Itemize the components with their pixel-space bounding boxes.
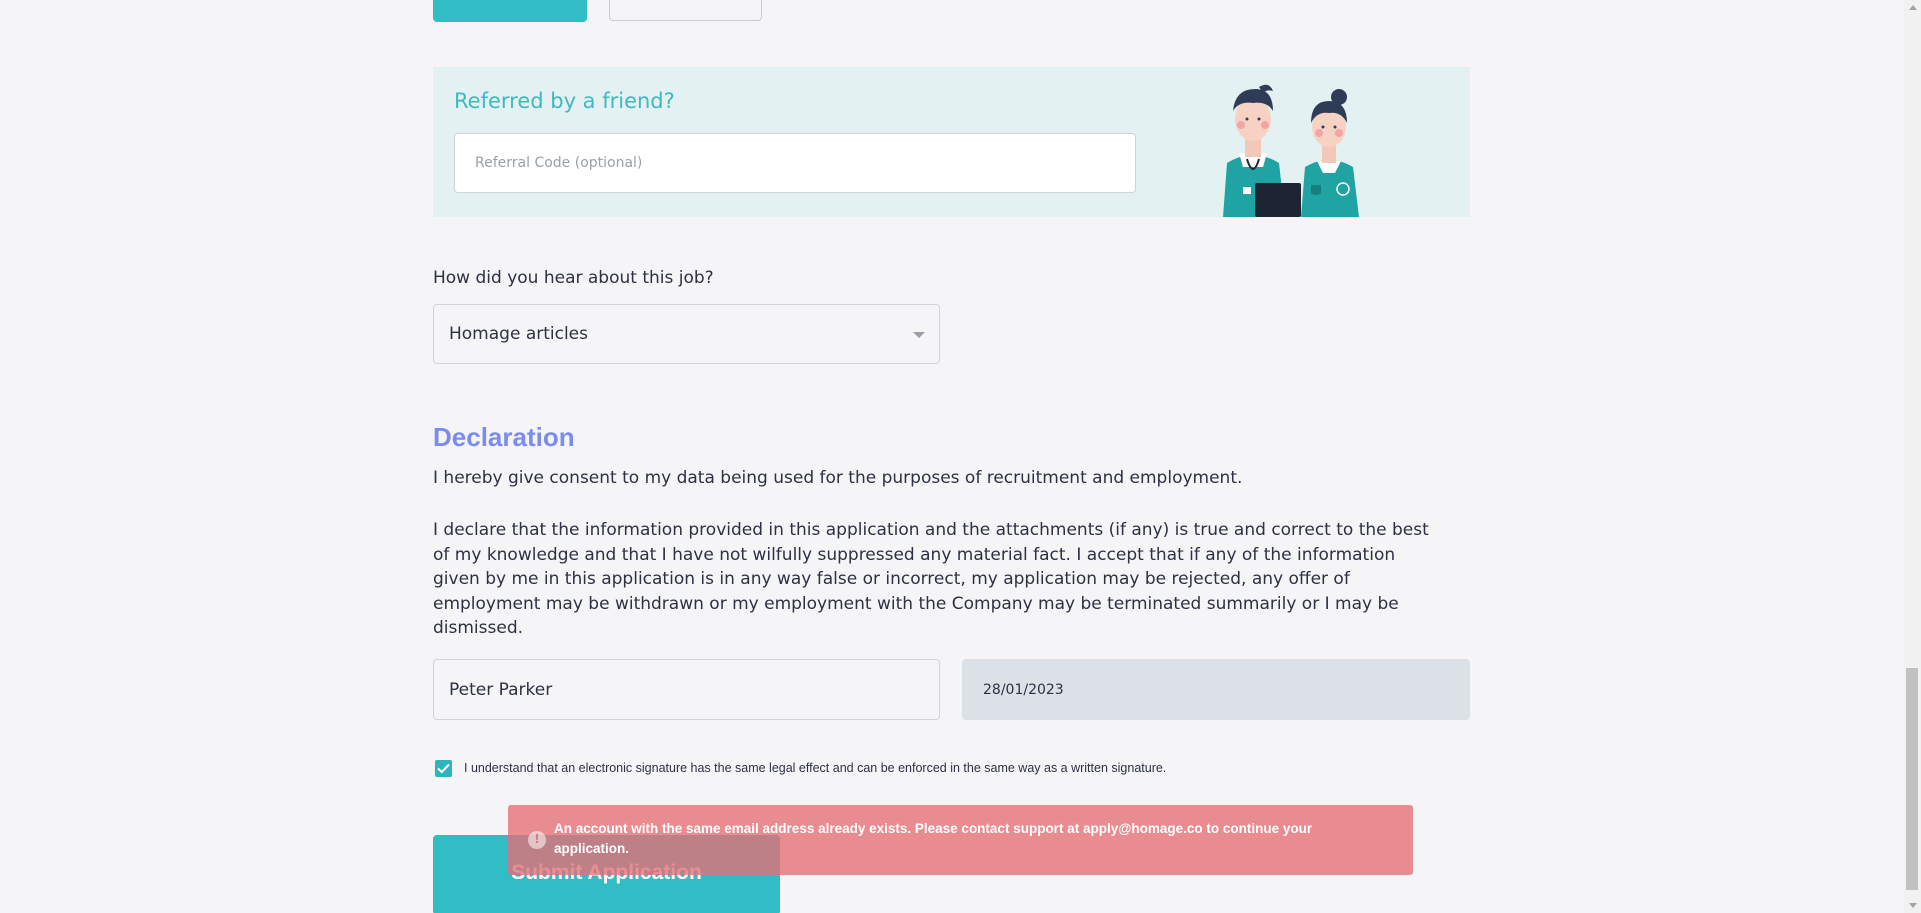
declaration-text: I declare that the information provided … bbox=[433, 520, 1429, 638]
hear-about-label: How did you hear about this job? bbox=[433, 268, 714, 288]
signature-date-field bbox=[962, 659, 1470, 720]
scroll-up-icon[interactable] bbox=[1909, 5, 1917, 10]
referral-panel: Referred by a friend? bbox=[433, 67, 1470, 217]
healthcare-workers-illustration bbox=[1223, 84, 1359, 217]
declaration-heading: Declaration bbox=[433, 422, 575, 452]
chevron-down-icon bbox=[913, 332, 925, 338]
previous-secondary-button[interactable] bbox=[609, 0, 762, 21]
previous-primary-button[interactable] bbox=[433, 0, 587, 22]
signature-name-input[interactable] bbox=[433, 659, 940, 720]
application-form-page: Referred by a friend? Referral Code (opt… bbox=[0, 0, 1921, 913]
page-scrollbar[interactable] bbox=[1904, 0, 1921, 913]
consent-text: I hereby give consent to my data being u… bbox=[433, 468, 1243, 488]
referral-code-input[interactable] bbox=[454, 133, 1136, 193]
checkmark-icon bbox=[437, 763, 450, 774]
scroll-down-icon[interactable] bbox=[1909, 903, 1917, 908]
referral-title: Referred by a friend? bbox=[454, 89, 675, 113]
hear-about-selected-value: Homage articles bbox=[449, 324, 588, 344]
hear-about-select[interactable]: Homage articles bbox=[433, 304, 940, 364]
scrollbar-thumb[interactable] bbox=[1906, 668, 1918, 890]
esign-label: I understand that an electronic signatur… bbox=[464, 761, 1167, 775]
error-toast-message: An account with the same email address a… bbox=[554, 821, 1313, 856]
error-toast[interactable]: An account with the same email address a… bbox=[508, 805, 1413, 875]
alert-icon bbox=[528, 831, 546, 849]
esign-checkbox[interactable] bbox=[435, 760, 452, 777]
